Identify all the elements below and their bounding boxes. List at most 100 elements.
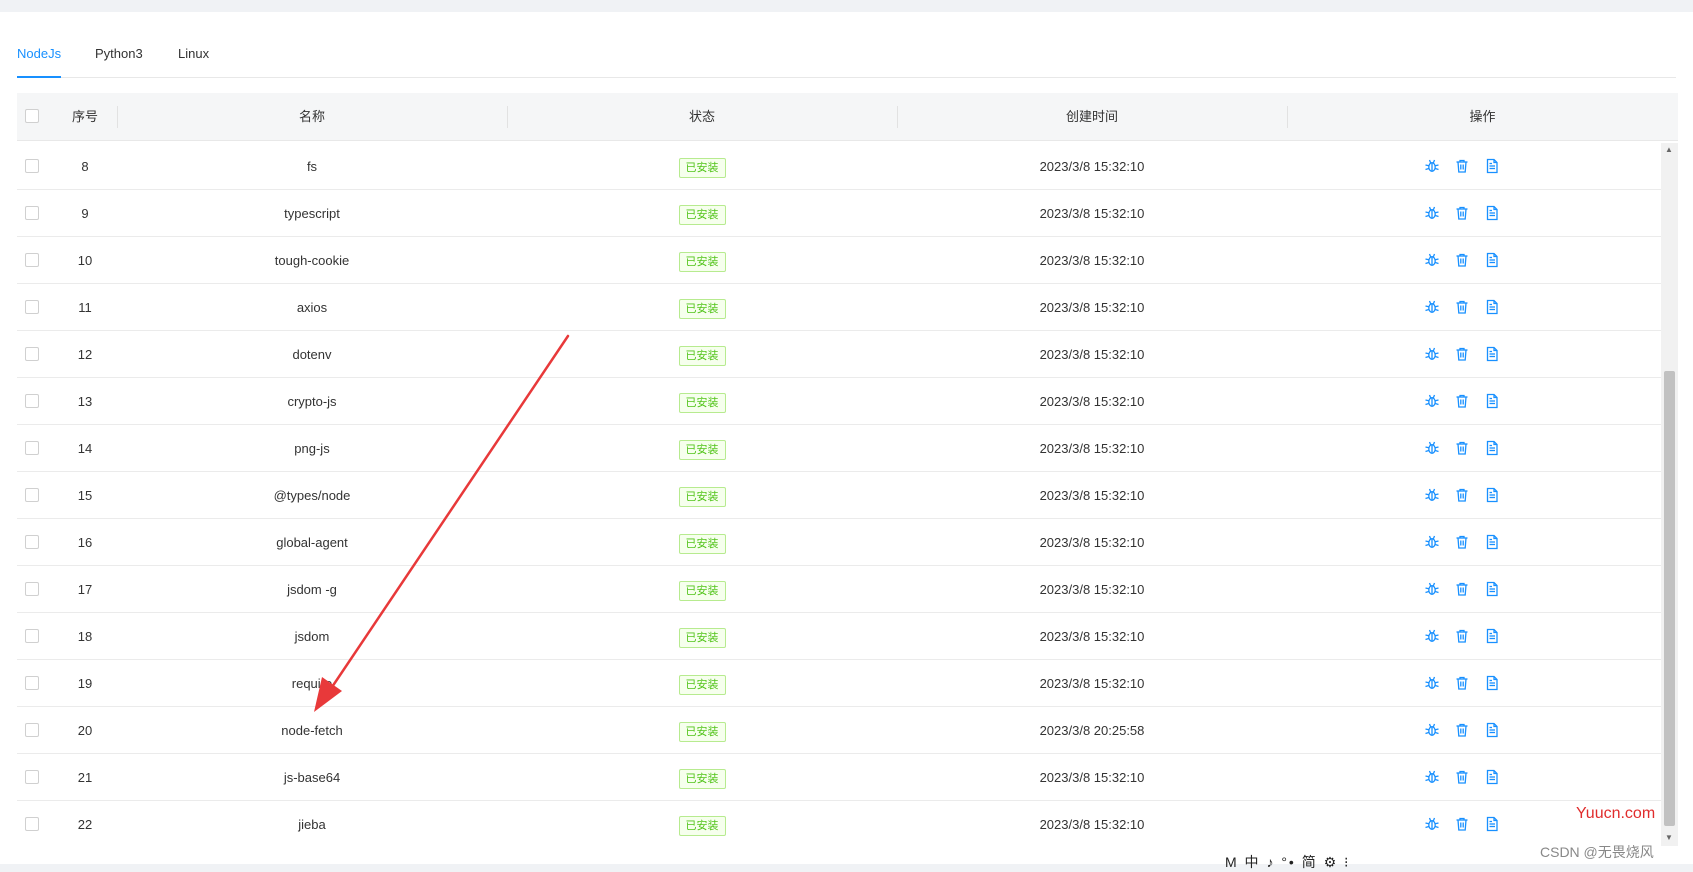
debug-icon[interactable]	[1424, 252, 1440, 268]
debug-icon[interactable]	[1424, 581, 1440, 597]
created-time: 2023/3/8 15:32:10	[1039, 394, 1145, 409]
trash-icon[interactable]	[1454, 393, 1470, 409]
log-file-icon[interactable]	[1484, 346, 1500, 362]
status-badge: 已安装	[678, 580, 726, 601]
log-file-icon[interactable]	[1484, 299, 1500, 315]
row-actions	[1417, 675, 1517, 693]
debug-icon[interactable]	[1424, 769, 1440, 785]
tab-nodejs[interactable]: NodeJs	[17, 46, 62, 78]
debug-icon[interactable]	[1424, 534, 1440, 550]
trash-icon[interactable]	[1454, 205, 1470, 221]
log-file-icon[interactable]	[1484, 534, 1500, 550]
table-row[interactable]: 9 typescript 已安装 2023/3/8 15:32:10	[17, 190, 1661, 237]
row-checkbox[interactable]	[25, 770, 39, 784]
row-checkbox[interactable]	[25, 441, 39, 455]
status-cell: 已安装	[507, 190, 897, 237]
log-file-icon[interactable]	[1484, 205, 1500, 221]
debug-icon[interactable]	[1424, 205, 1440, 221]
log-file-icon[interactable]	[1484, 628, 1500, 644]
trash-icon[interactable]	[1454, 769, 1470, 785]
trash-icon[interactable]	[1454, 252, 1470, 268]
tab-linux[interactable]: Linux	[178, 46, 209, 76]
row-actions	[1417, 158, 1517, 176]
debug-icon[interactable]	[1424, 440, 1440, 456]
debug-icon[interactable]	[1424, 487, 1440, 503]
table-row[interactable]: 19 require 已安装 2023/3/8 15:32:10	[17, 660, 1661, 707]
table-row[interactable]: 21 js-base64 已安装 2023/3/8 15:32:10	[17, 754, 1661, 801]
row-checkbox[interactable]	[25, 676, 39, 690]
trash-icon[interactable]	[1454, 722, 1470, 738]
table-row[interactable]: 14 png-js 已安装 2023/3/8 15:32:10	[17, 425, 1661, 472]
row-checkbox[interactable]	[25, 159, 39, 173]
debug-icon[interactable]	[1424, 675, 1440, 691]
scroll-down-arrow-icon[interactable]: ▼	[1665, 833, 1673, 842]
trash-icon[interactable]	[1454, 346, 1470, 362]
debug-icon[interactable]	[1424, 816, 1440, 832]
status-badge: 已安装	[678, 815, 726, 836]
log-file-icon[interactable]	[1484, 581, 1500, 597]
table-row[interactable]: 17 jsdom -g 已安装 2023/3/8 15:32:10	[17, 566, 1661, 613]
trash-icon[interactable]	[1454, 581, 1470, 597]
table-row[interactable]: 13 crypto-js 已安装 2023/3/8 15:32:10	[17, 378, 1661, 425]
table-row[interactable]: 18 jsdom 已安装 2023/3/8 15:32:10	[17, 613, 1661, 660]
debug-icon[interactable]	[1424, 299, 1440, 315]
trash-icon[interactable]	[1454, 487, 1470, 503]
row-checkbox[interactable]	[25, 394, 39, 408]
row-checkbox[interactable]	[25, 582, 39, 596]
log-file-icon[interactable]	[1484, 393, 1500, 409]
row-checkbox[interactable]	[25, 535, 39, 549]
row-actions	[1417, 628, 1517, 646]
row-checkbox[interactable]	[25, 629, 39, 643]
table-row[interactable]: 22 jieba 已安装 2023/3/8 15:32:10	[17, 801, 1661, 846]
log-file-icon[interactable]	[1484, 816, 1500, 832]
table-row[interactable]: 10 tough-cookie 已安装 2023/3/8 15:32:10	[17, 237, 1661, 284]
scrollbar-thumb[interactable]	[1664, 371, 1675, 826]
log-file-icon[interactable]	[1484, 252, 1500, 268]
table-body: 8 fs 已安装 2023/3/8 15:32:10 9 typescript …	[17, 143, 1661, 846]
log-file-icon[interactable]	[1484, 769, 1500, 785]
status-cell: 已安装	[507, 519, 897, 566]
debug-icon[interactable]	[1424, 722, 1440, 738]
package-name: jsdom -g	[287, 582, 337, 597]
runtime-tabs: NodeJs Python3 Linux	[17, 32, 1676, 78]
trash-icon[interactable]	[1454, 299, 1470, 315]
row-index: 8	[81, 159, 89, 174]
table-row[interactable]: 12 dotenv 已安装 2023/3/8 15:32:10	[17, 331, 1661, 378]
table-row[interactable]: 11 axios 已安装 2023/3/8 15:32:10	[17, 284, 1661, 331]
row-index: 11	[78, 300, 92, 315]
debug-icon[interactable]	[1424, 158, 1440, 174]
trash-icon[interactable]	[1454, 628, 1470, 644]
log-file-icon[interactable]	[1484, 487, 1500, 503]
trash-icon[interactable]	[1454, 534, 1470, 550]
debug-icon[interactable]	[1424, 346, 1440, 362]
package-name: node-fetch	[281, 723, 343, 738]
trash-icon[interactable]	[1454, 158, 1470, 174]
tab-python3[interactable]: Python3	[95, 46, 143, 76]
table-row[interactable]: 16 global-agent 已安装 2023/3/8 15:32:10	[17, 519, 1661, 566]
log-file-icon[interactable]	[1484, 440, 1500, 456]
table-row[interactable]: 8 fs 已安装 2023/3/8 15:32:10	[17, 143, 1661, 190]
log-file-icon[interactable]	[1484, 675, 1500, 691]
row-checkbox[interactable]	[25, 488, 39, 502]
table-scrollbar[interactable]: ▲ ▼	[1661, 143, 1678, 846]
log-file-icon[interactable]	[1484, 158, 1500, 174]
row-checkbox[interactable]	[25, 206, 39, 220]
table-row[interactable]: 15 @types/node 已安装 2023/3/8 15:32:10	[17, 472, 1661, 519]
scroll-up-arrow-icon[interactable]: ▲	[1665, 145, 1673, 154]
debug-icon[interactable]	[1424, 628, 1440, 644]
trash-icon[interactable]	[1454, 440, 1470, 456]
row-index: 9	[81, 206, 89, 221]
trash-icon[interactable]	[1454, 816, 1470, 832]
row-checkbox[interactable]	[25, 723, 39, 737]
table-row[interactable]: 20 node-fetch 已安装 2023/3/8 20:25:58	[17, 707, 1661, 754]
select-all-checkbox[interactable]	[25, 109, 39, 123]
debug-icon[interactable]	[1424, 393, 1440, 409]
package-name: tough-cookie	[274, 253, 350, 268]
row-checkbox[interactable]	[25, 300, 39, 314]
row-checkbox[interactable]	[25, 253, 39, 267]
row-checkbox[interactable]	[25, 347, 39, 361]
trash-icon[interactable]	[1454, 675, 1470, 691]
row-checkbox[interactable]	[25, 817, 39, 831]
row-actions	[1417, 722, 1517, 740]
log-file-icon[interactable]	[1484, 722, 1500, 738]
